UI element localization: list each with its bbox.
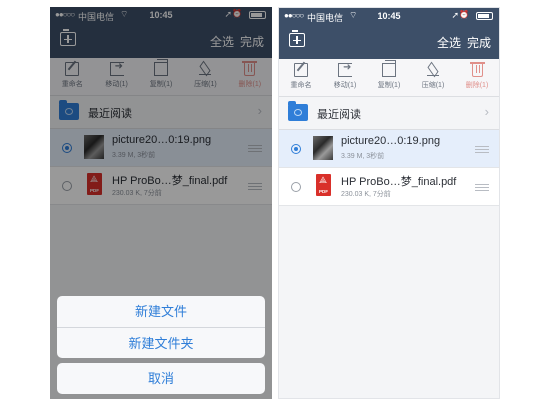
drag-handle-icon[interactable] bbox=[475, 146, 489, 153]
select-radio[interactable] bbox=[291, 144, 301, 154]
file-meta: 3.39 M, 3秒前 bbox=[341, 153, 385, 160]
list-empty-area bbox=[279, 206, 499, 398]
select-all-button[interactable]: 全选 bbox=[437, 34, 461, 51]
phone-screen-file-list: ●●○○○ 中国电信 ⌔ 10:45 ➚ ⏰ 全选 完成 重命名 移动(1) 复… bbox=[278, 7, 500, 399]
select-radio[interactable] bbox=[291, 182, 301, 192]
compress-button[interactable]: 压缩(1) bbox=[411, 59, 455, 96]
done-button[interactable]: 完成 bbox=[467, 34, 491, 51]
new-folder-button[interactable]: 新建文件夹 bbox=[57, 327, 265, 358]
location-icon: ➚ bbox=[451, 10, 459, 20]
trash-icon bbox=[469, 62, 485, 77]
recent-folder-icon bbox=[288, 101, 308, 121]
file-meta: 230.03 K, 7分前 bbox=[341, 191, 391, 198]
new-file-button[interactable]: 新建文件 bbox=[57, 296, 265, 327]
rename-label: 重命名 bbox=[290, 82, 312, 89]
chevron-right-icon: › bbox=[484, 104, 489, 119]
edit-toolbar: 重命名 移动(1) 复制(1) 压缩(1) 删除(1) bbox=[279, 59, 499, 97]
copy-icon bbox=[382, 60, 396, 77]
move-icon bbox=[338, 62, 352, 77]
alarm-icon: ⏰ bbox=[459, 10, 469, 19]
rename-icon bbox=[294, 63, 308, 77]
compress-icon bbox=[426, 63, 440, 77]
action-sheet: 新建文件 新建文件夹 bbox=[57, 296, 265, 358]
phone-screen-action-sheet: ●●○○○ 中国电信 ⌔ 10:45 ➚ ⏰ 全选 完成 重命名 移动(1) 复… bbox=[50, 7, 272, 399]
delete-label: 删除(1) bbox=[465, 82, 489, 89]
file-name: picture20…0:19.png bbox=[341, 135, 441, 147]
file-row[interactable]: picture20…0:19.png 3.39 M, 3秒前 bbox=[279, 130, 499, 168]
recent-reading-row[interactable]: 最近阅读 › bbox=[279, 97, 499, 130]
status-bar: ●●○○○ 中国电信 ⌔ 10:45 ➚ ⏰ bbox=[279, 8, 499, 25]
pdf-badge: PDF bbox=[319, 189, 328, 194]
rename-button[interactable]: 重命名 bbox=[279, 59, 323, 96]
recent-reading-label: 最近阅读 bbox=[317, 109, 361, 121]
add-file-icon[interactable] bbox=[289, 30, 305, 47]
nav-bar: 全选 完成 bbox=[279, 25, 499, 59]
cancel-button[interactable]: 取消 bbox=[57, 363, 265, 394]
battery-icon bbox=[476, 12, 493, 20]
move-label: 移动(1) bbox=[333, 82, 357, 89]
pdf-file-icon: PDF bbox=[316, 174, 331, 196]
compress-label: 压缩(1) bbox=[421, 82, 445, 89]
drag-handle-icon[interactable] bbox=[475, 184, 489, 191]
file-name: HP ProBo…梦_final.pdf bbox=[341, 176, 457, 188]
image-thumbnail bbox=[313, 136, 333, 160]
copy-label: 复制(1) bbox=[377, 82, 401, 89]
move-button[interactable]: 移动(1) bbox=[323, 59, 367, 96]
file-row[interactable]: PDF HP ProBo…梦_final.pdf 230.03 K, 7分前 bbox=[279, 168, 499, 206]
delete-button[interactable]: 删除(1) bbox=[455, 59, 499, 96]
copy-button[interactable]: 复制(1) bbox=[367, 59, 411, 96]
